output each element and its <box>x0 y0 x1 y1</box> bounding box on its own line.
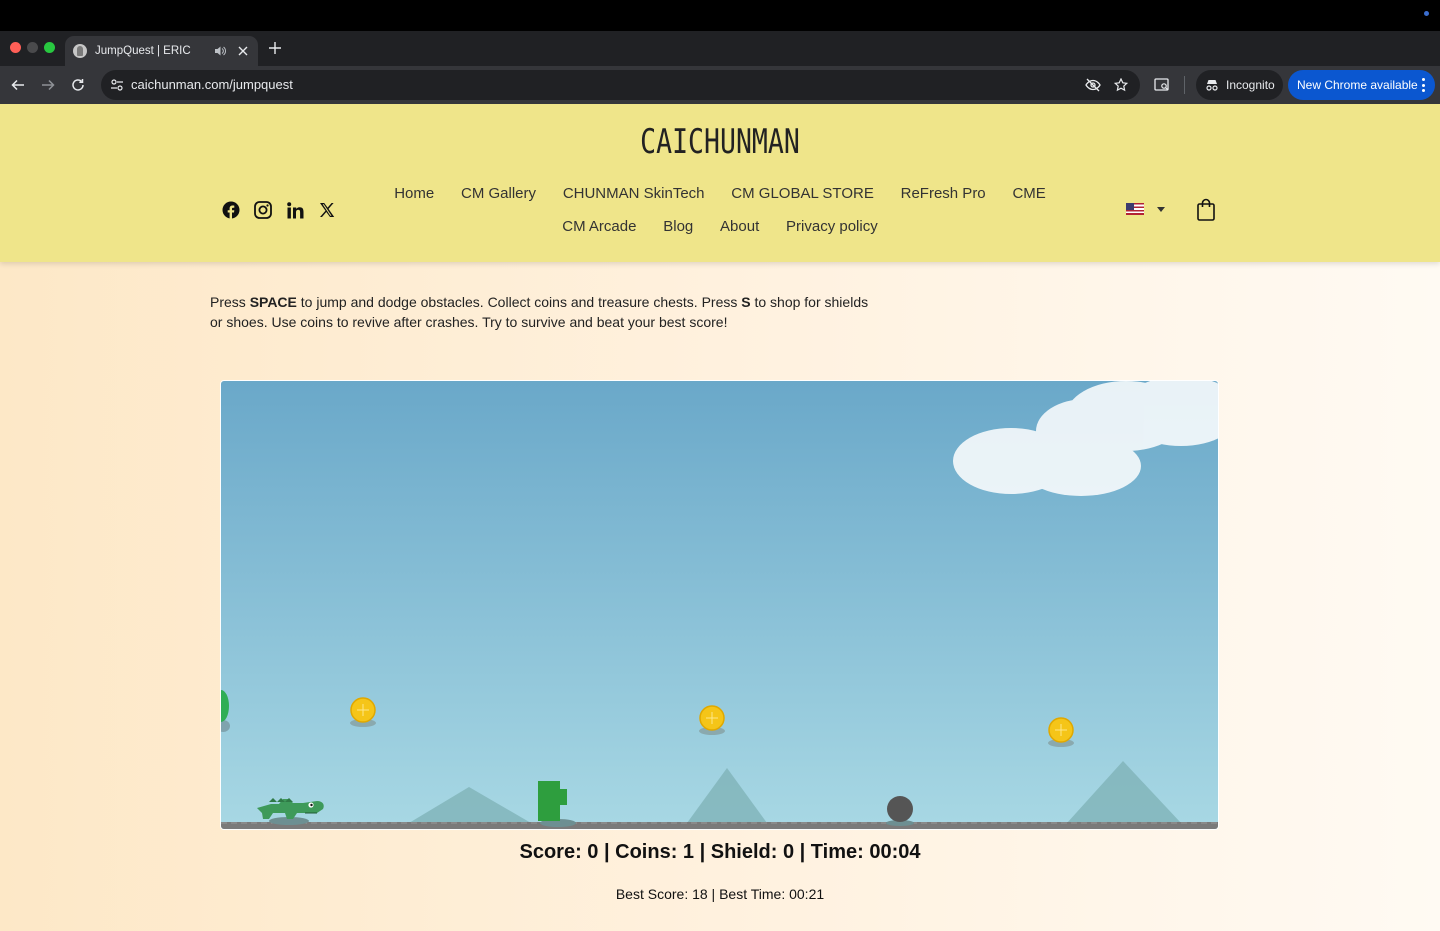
game-canvas[interactable] <box>220 380 1219 830</box>
nav-cm-arcade[interactable]: CM Arcade <box>562 218 636 235</box>
minimize-window-button[interactable] <box>27 42 38 53</box>
tab-strip: JumpQuest | ERIC <box>0 31 1440 66</box>
nav-chunman-skintech[interactable]: CHUNMAN SkinTech <box>563 185 705 202</box>
new-tab-icon[interactable] <box>266 39 284 57</box>
bookmark-star-icon[interactable] <box>1112 76 1130 94</box>
address-bar[interactable]: caichunman.com/jumpquest <box>101 70 1140 100</box>
social-links <box>221 200 337 220</box>
score-hud: Score: 0 | Coins: 1 | Shield: 0 | Time: … <box>519 841 921 863</box>
url-text[interactable]: caichunman.com/jumpquest <box>131 77 293 92</box>
main-nav-row-1: Home CM Gallery CHUNMAN SkinTech CM GLOB… <box>0 185 1440 202</box>
status-dot-icon <box>1424 11 1429 16</box>
site-logo[interactable]: CAICHUNMAN <box>158 122 1281 162</box>
game-instructions: Press SPACE to jump and dodge obstacles.… <box>210 292 870 332</box>
nav-refresh-pro[interactable]: ReFresh Pro <box>901 185 986 202</box>
browser-toolbar: caichunman.com/jumpquest Incognito New C… <box>0 66 1440 104</box>
ground <box>221 822 1218 829</box>
best-score-text: Best Score: 18 | Best Time: 00:21 <box>615 886 825 902</box>
nav-blog[interactable]: Blog <box>663 218 693 235</box>
main-nav-row-2: CM Arcade Blog About Privacy policy <box>0 218 1440 235</box>
close-window-button[interactable] <box>10 42 21 53</box>
nav-cm-global-store[interactable]: CM GLOBAL STORE <box>731 185 874 202</box>
forward-arrow-icon[interactable] <box>38 75 58 95</box>
instructions-text: Press <box>210 294 250 310</box>
site-info-icon[interactable] <box>108 76 126 94</box>
page: CAICHUNMAN Home CM Gallery CHUNMAN SkinT… <box>0 104 1440 931</box>
nav-privacy-policy[interactable]: Privacy policy <box>786 218 878 235</box>
site-header: CAICHUNMAN Home CM Gallery CHUNMAN SkinT… <box>0 104 1440 262</box>
toolbar-divider <box>1184 76 1185 94</box>
incognito-label: Incognito <box>1226 78 1275 92</box>
back-arrow-icon[interactable] <box>8 75 28 95</box>
tab-title: JumpQuest | ERIC <box>95 45 191 57</box>
speaker-icon[interactable] <box>214 44 228 58</box>
eye-off-icon[interactable] <box>1084 76 1102 94</box>
s-key-label: S <box>741 294 751 310</box>
us-flag-icon <box>1126 203 1144 215</box>
maximize-window-button[interactable] <box>44 42 55 53</box>
reload-icon[interactable] <box>68 75 88 95</box>
instructions-text: to jump and dodge obstacles. Collect coi… <box>296 294 742 310</box>
incognito-icon <box>1206 80 1218 91</box>
facebook-icon[interactable] <box>221 200 241 220</box>
kebab-menu-icon[interactable] <box>1422 78 1425 92</box>
linkedin-icon[interactable] <box>285 200 305 220</box>
os-menu-bar <box>0 0 1440 31</box>
nav-cm-gallery[interactable]: CM Gallery <box>461 185 536 202</box>
browser-tab[interactable]: JumpQuest | ERIC <box>65 36 258 66</box>
rock <box>887 796 913 822</box>
new-chrome-available-button[interactable]: New Chrome available <box>1288 70 1435 100</box>
update-label: New Chrome available <box>1297 78 1418 92</box>
game-scene <box>221 381 1218 829</box>
instagram-icon[interactable] <box>253 200 273 220</box>
tab-search-icon[interactable] <box>1153 76 1171 94</box>
chevron-down-icon <box>1157 206 1165 212</box>
coin <box>350 697 376 727</box>
shopping-bag-icon[interactable] <box>1196 198 1216 222</box>
space-key-label: SPACE <box>249 294 297 310</box>
coin <box>699 705 725 735</box>
language-selector[interactable] <box>1126 203 1165 215</box>
nav-home[interactable]: Home <box>394 185 434 202</box>
incognito-button[interactable]: Incognito <box>1196 70 1283 100</box>
nav-cme[interactable]: CME <box>1012 185 1045 202</box>
x-icon[interactable] <box>317 200 337 220</box>
coin <box>1048 717 1074 747</box>
close-tab-icon[interactable] <box>236 44 250 58</box>
favicon-icon <box>73 44 87 58</box>
nav-about[interactable]: About <box>720 218 759 235</box>
